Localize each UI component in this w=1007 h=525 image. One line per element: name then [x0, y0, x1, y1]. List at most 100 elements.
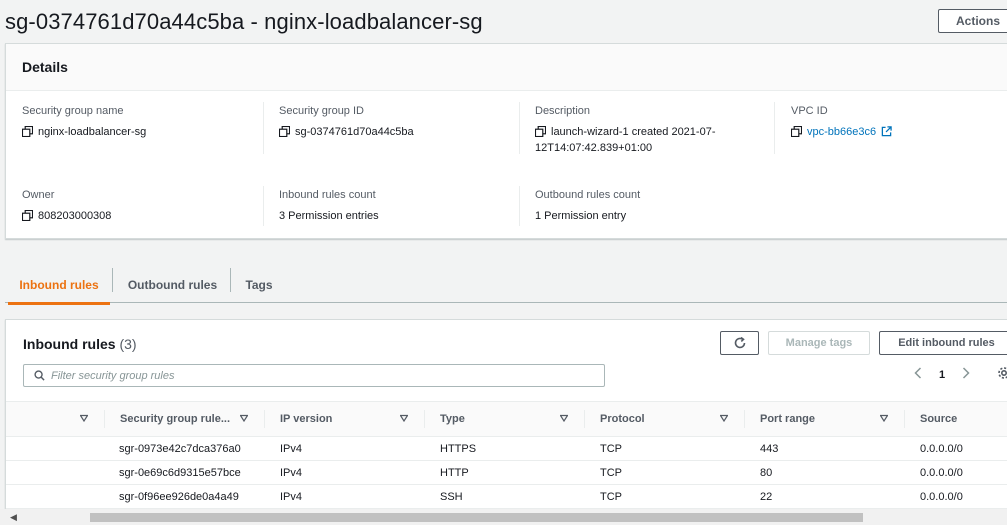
field-value: 3 Permission entries — [279, 210, 379, 222]
field-inbound-count: Inbound rules count 3 Permission entries — [279, 189, 379, 224]
field-label: Owner — [22, 189, 55, 201]
divider — [519, 102, 520, 154]
field-value: launch-wizard-1 created 2021-07- — [551, 126, 716, 138]
inbound-rules-title: Inbound rules (3) — [23, 336, 137, 352]
cell-type: HTTP — [440, 467, 469, 479]
sort-icon[interactable] — [880, 414, 888, 422]
rules-title-text: Inbound rules — [23, 336, 116, 352]
col-header-ip-version[interactable]: IP version — [280, 402, 332, 436]
field-label: VPC ID — [791, 105, 828, 117]
cell-source: 0.0.0.0/0 — [920, 491, 963, 503]
external-link-icon[interactable] — [881, 126, 892, 137]
cell-ip-version: IPv4 — [280, 491, 303, 503]
cell-rule-id: sgr-0e69c6d9315e57bce — [119, 467, 241, 479]
tab-bar: Inbound rules Outbound rules Tags — [5, 266, 1007, 305]
column-divider — [904, 410, 905, 428]
tab-outbound-rules[interactable]: Outbound rules — [115, 266, 230, 303]
field-value: sg-0374761d70a44c5ba — [295, 126, 414, 138]
tab-inbound-rules[interactable]: Inbound rules — [8, 266, 110, 305]
column-divider — [104, 410, 105, 428]
filter-box — [23, 364, 605, 387]
sort-icon[interactable] — [720, 414, 728, 422]
col-header-rule-id[interactable]: Security group rule... — [120, 402, 230, 436]
cell-ip-version: IPv4 — [280, 443, 303, 455]
sort-icon[interactable] — [400, 414, 408, 422]
cell-ip-version: IPv4 — [280, 467, 303, 479]
search-icon — [34, 370, 45, 381]
field-label: Outbound rules count — [535, 189, 641, 201]
refresh-button[interactable] — [720, 331, 759, 355]
tab-divider — [112, 268, 113, 292]
table-row[interactable]: sgr-0e69c6d9315e57bce IPv4 HTTP TCP 80 0… — [6, 461, 1007, 485]
divider — [263, 186, 264, 226]
column-divider — [264, 410, 265, 428]
field-owner: Owner 808203000308 — [22, 189, 111, 224]
cell-port-range: 22 — [760, 491, 773, 503]
pagination-next-icon[interactable] — [962, 367, 970, 382]
cell-type: HTTPS — [440, 443, 477, 455]
cell-protocol: TCP — [600, 491, 622, 503]
vpc-link[interactable]: vpc-bb66e3c6 — [807, 124, 876, 140]
field-value: 808203000308 — [38, 210, 112, 222]
table-row[interactable]: sgr-0f96ee926de0a4a49 IPv4 SSH TCP 22 0.… — [6, 485, 1007, 509]
cell-port-range: 443 — [760, 443, 779, 455]
pagination-page[interactable]: 1 — [939, 369, 945, 381]
divider — [519, 186, 520, 226]
column-divider — [584, 410, 585, 428]
actions-button[interactable]: Actions ▼ — [938, 9, 1007, 33]
field-label: Inbound rules count — [279, 189, 376, 201]
rules-count: (3) — [119, 336, 137, 352]
col-header-source[interactable]: Source — [920, 402, 957, 436]
col-header-port-range[interactable]: Port range — [760, 402, 815, 436]
field-outbound-count: Outbound rules count 1 Permission entry — [535, 189, 640, 224]
scrollbar-thumb[interactable] — [90, 513, 863, 522]
inbound-rules-panel: Inbound rules (3) Manage tags Edit inbou… — [5, 319, 1007, 525]
edit-inbound-rules-button[interactable]: Edit inbound rules — [879, 331, 1007, 355]
sort-icon[interactable] — [560, 414, 568, 422]
settings-gear-icon[interactable] — [997, 366, 1007, 383]
copy-icon[interactable] — [535, 126, 546, 137]
cell-type: SSH — [440, 491, 463, 503]
filter-input[interactable] — [51, 369, 591, 382]
field-value: nginx-loadbalancer-sg — [38, 126, 147, 138]
details-panel: Details Security group name nginx-loadba… — [5, 43, 1007, 239]
field-description: Description launch-wizard-1 created 2021… — [535, 105, 715, 156]
tab-tags[interactable]: Tags — [232, 266, 286, 303]
cell-protocol: TCP — [600, 443, 622, 455]
cell-rule-id: sgr-0973e42c7dca376a0 — [119, 443, 241, 455]
field-value-continued: 12T14:07:42.839+01:00 — [535, 142, 653, 154]
field-sg-name: Security group name nginx-loadbalancer-s… — [22, 105, 146, 140]
table-header: Security group rule... IP version Type P… — [6, 401, 1007, 437]
page-title: sg-0374761d70a44c5ba - nginx-loadbalance… — [5, 9, 483, 34]
col-header-protocol[interactable]: Protocol — [600, 402, 645, 436]
tab-divider — [230, 268, 231, 292]
cell-protocol: TCP — [600, 467, 622, 479]
field-label: Description — [535, 105, 591, 117]
table-row[interactable]: sgr-0973e42c7dca376a0 IPv4 HTTPS TCP 443… — [6, 437, 1007, 461]
scroll-left-icon[interactable]: ◀ — [10, 512, 17, 523]
column-divider — [424, 410, 425, 428]
divider — [263, 102, 264, 154]
details-heading: Details — [6, 44, 1007, 91]
copy-icon[interactable] — [279, 126, 290, 137]
sort-icon[interactable] — [240, 414, 248, 422]
col-header-type[interactable]: Type — [440, 402, 465, 436]
divider — [774, 102, 775, 154]
cell-rule-id: sgr-0f96ee926de0a4a49 — [119, 491, 239, 503]
cell-source: 0.0.0.0/0 — [920, 443, 963, 455]
refresh-icon — [734, 336, 745, 349]
field-label: Security group ID — [279, 105, 364, 117]
field-sg-id: Security group ID sg-0374761d70a44c5ba — [279, 105, 414, 140]
copy-icon[interactable] — [22, 210, 33, 221]
cell-source: 0.0.0.0/0 — [920, 467, 963, 479]
sort-icon[interactable] — [80, 414, 88, 422]
copy-icon[interactable] — [791, 126, 802, 137]
copy-icon[interactable] — [22, 126, 33, 137]
column-divider — [744, 410, 745, 428]
field-label: Security group name — [22, 105, 124, 117]
horizontal-scrollbar[interactable]: ◀ — [0, 509, 1007, 525]
actions-label: Actions — [956, 14, 1001, 28]
cell-port-range: 80 — [760, 467, 773, 479]
pagination-prev-icon[interactable] — [914, 367, 922, 382]
manage-tags-button[interactable]: Manage tags — [768, 331, 870, 355]
